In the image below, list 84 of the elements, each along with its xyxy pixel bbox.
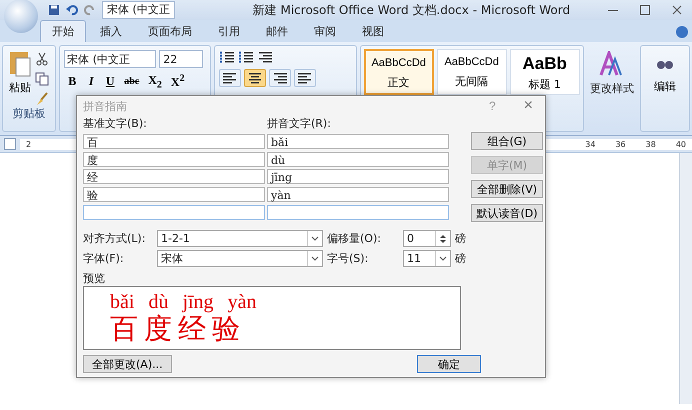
style-option[interactable]: AaBb 标题 1 [510,49,580,95]
preview-pinyin: jīng [182,291,214,313]
style-option[interactable]: AaBbCcDd 无间隔 [436,49,507,95]
align-left-icon[interactable] [222,71,238,85]
dialog-title: 拼音指南 [83,98,127,114]
ruler-number: 40 [676,140,686,148]
spin-icon[interactable] [439,234,447,244]
unit-label: 磅 [455,231,467,246]
offset-label: 偏移量(O): [327,231,382,246]
size-label: 字号(S): [327,251,370,266]
ruby-text-field[interactable] [267,205,449,220]
change-styles-label[interactable]: 更改样式 [590,81,634,96]
preview-pinyin: yàn [228,291,256,313]
ruby-text-field[interactable]: dù [267,152,449,167]
alignment-label: 对齐方式(L): [83,231,146,246]
ruby-text-field[interactable]: yàn [267,187,449,202]
maximize-icon[interactable] [640,5,650,15]
dialog-button[interactable]: 组合(G) [471,132,543,150]
format-button[interactable]: B [64,74,80,90]
paste-button[interactable]: 粘贴 [5,48,35,106]
preview-label: 预览 [83,271,106,286]
font-name-field[interactable]: 宋体 (中文正 [64,50,156,68]
size-dropdown[interactable]: 11 [403,250,451,267]
close-icon[interactable] [672,5,682,15]
brush-icon[interactable] [35,92,49,106]
ribbon-tab[interactable]: 邮件 [254,20,300,42]
ruler-number: 36 [615,140,626,148]
ruler-number: 34 [585,140,596,148]
undo-icon[interactable] [66,4,78,16]
dropdown-icon[interactable] [439,256,447,261]
align-right-icon[interactable] [272,71,288,85]
ruler-number: 2 [26,140,32,148]
ribbon-tab[interactable]: 引用 [206,20,252,42]
format-button[interactable]: X$_{2}$ [145,73,165,90]
font-field[interactable]: 宋体 (中文正 [102,1,175,19]
ribbon-tab[interactable]: 插入 [88,20,134,42]
base-text-field[interactable]: 度 [83,152,265,167]
numbering-icon[interactable] [238,50,254,64]
save-icon[interactable] [48,4,60,16]
ribbon-tab[interactable]: 审阅 [302,20,348,42]
base-text-label: 基准文字(B): [83,116,148,132]
dropdown-icon[interactable] [311,256,319,261]
ruby-text-field[interactable]: jīng [267,169,449,184]
ruby-text-field[interactable]: bǎi [267,134,449,149]
format-button[interactable]: abc [121,76,142,88]
font-size-field[interactable]: 22 [159,50,204,68]
base-text-field[interactable]: 百 [83,134,265,149]
close-button[interactable]: × [518,97,539,115]
offset-field[interactable]: 0 [403,230,451,247]
styles-icon[interactable] [598,51,625,77]
format-button[interactable]: X$^{2}$ [168,73,188,90]
group-label: 剪贴板 [12,106,47,122]
format-button[interactable]: I [83,74,100,90]
ribbon-tab[interactable]: 开始 [40,20,86,42]
ribbon-tab[interactable]: 页面布局 [136,20,204,42]
alignment-dropdown[interactable]: 1-2-1 [157,230,323,247]
dropdown-icon[interactable] [311,236,319,241]
unit-label: 磅 [455,251,467,266]
ribbon-tab[interactable]: 视图 [350,20,396,42]
change-all-button[interactable]: 全部更改(A)... [83,355,172,373]
base-text-field[interactable]: 经 [83,169,265,184]
ruby-text-label: 拼音文字(R): [267,116,332,132]
align-center-icon[interactable] [246,71,263,85]
indent-icon[interactable] [256,50,273,64]
base-text-field[interactable]: 验 [83,187,265,202]
scissors-icon[interactable] [35,52,49,66]
preview-pinyin: dù [148,291,168,313]
preview-text: 百度经验 [110,312,246,345]
style-option[interactable]: AaBbCcDd 正文 [364,49,434,95]
ok-button[interactable]: 确定 [417,355,481,373]
base-text-field[interactable] [83,205,265,220]
font-dropdown[interactable]: 宋体 [157,250,323,267]
dialog-button[interactable]: 默认读音(D) [471,204,543,222]
dialog-button[interactable]: 全部删除(V) [471,180,543,198]
bullets-icon[interactable] [218,50,235,64]
format-button[interactable]: U [102,74,118,90]
preview-pinyin: bǎi [110,291,134,313]
font-label: 字体(F): [83,251,125,266]
scrollbar[interactable] [679,153,692,404]
window-title: 新建 Microsoft Office Word 文档.docx - Microsoft Word [252,2,572,18]
copy-icon[interactable] [35,72,49,86]
ruler-number: 38 [646,140,656,148]
tab-selector[interactable] [4,138,16,150]
justify-icon[interactable] [296,71,313,85]
